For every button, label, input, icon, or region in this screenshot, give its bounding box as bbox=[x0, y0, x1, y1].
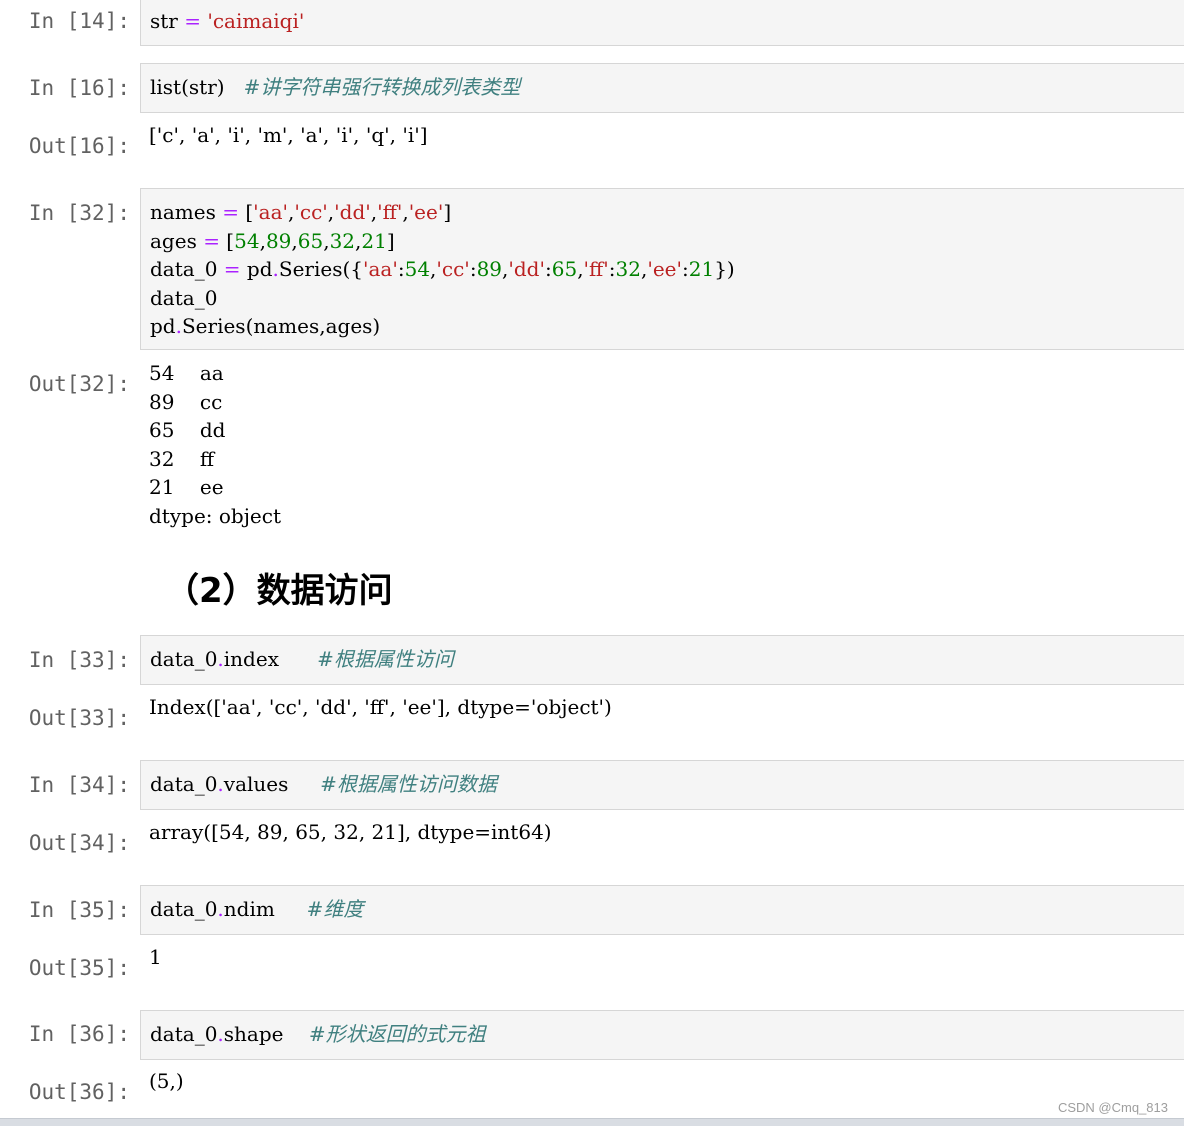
section-heading: （2）数据访问 bbox=[165, 571, 393, 611]
code-text[interactable]: data_0.index #根据属性访问 bbox=[150, 645, 454, 674]
out-prompt: Out[35]: bbox=[28, 956, 130, 980]
in-prompt: In [32]: bbox=[28, 201, 130, 225]
code-text[interactable]: names = ['aa','cc','dd','ff','ee'] ages … bbox=[150, 198, 735, 341]
in-prompt: In [35]: bbox=[28, 898, 130, 922]
cell-output: (5,) bbox=[149, 1069, 184, 1093]
out-prompt: Out[16]: bbox=[28, 134, 130, 158]
in-prompt: In [34]: bbox=[28, 773, 130, 797]
cell-output: 54 aa 89 cc 65 dd 32 ff 21 ee dtype: obj… bbox=[149, 361, 281, 528]
out-prompt: Out[36]: bbox=[28, 1080, 130, 1104]
in-prompt: In [33]: bbox=[28, 648, 130, 672]
code-text[interactable]: data_0.shape #形状返回的式元祖 bbox=[150, 1020, 486, 1049]
cell-output: ['c', 'a', 'i', 'm', 'a', 'i', 'q', 'i'] bbox=[149, 123, 428, 147]
watermark: CSDN @Cmq_813 bbox=[1057, 1100, 1168, 1115]
code-text[interactable]: list(str) #讲字符串强行转换成列表类型 bbox=[150, 73, 520, 102]
cell-output: 1 bbox=[149, 945, 162, 969]
code-text[interactable]: data_0.values #根据属性访问数据 bbox=[150, 770, 497, 799]
cell-output: array([54, 89, 65, 32, 21], dtype=int64) bbox=[149, 820, 552, 844]
in-prompt: In [36]: bbox=[28, 1022, 130, 1046]
in-prompt: In [14]: bbox=[28, 9, 130, 33]
out-prompt: Out[33]: bbox=[28, 706, 130, 730]
in-prompt: In [16]: bbox=[28, 76, 130, 100]
out-prompt: Out[34]: bbox=[28, 831, 130, 855]
code-text[interactable]: str = 'caimaiqi' bbox=[150, 7, 304, 36]
cell-output: Index(['aa', 'cc', 'dd', 'ff', 'ee'], dt… bbox=[149, 695, 612, 719]
out-prompt: Out[32]: bbox=[28, 372, 130, 396]
code-text[interactable]: data_0.ndim #维度 bbox=[150, 895, 363, 924]
